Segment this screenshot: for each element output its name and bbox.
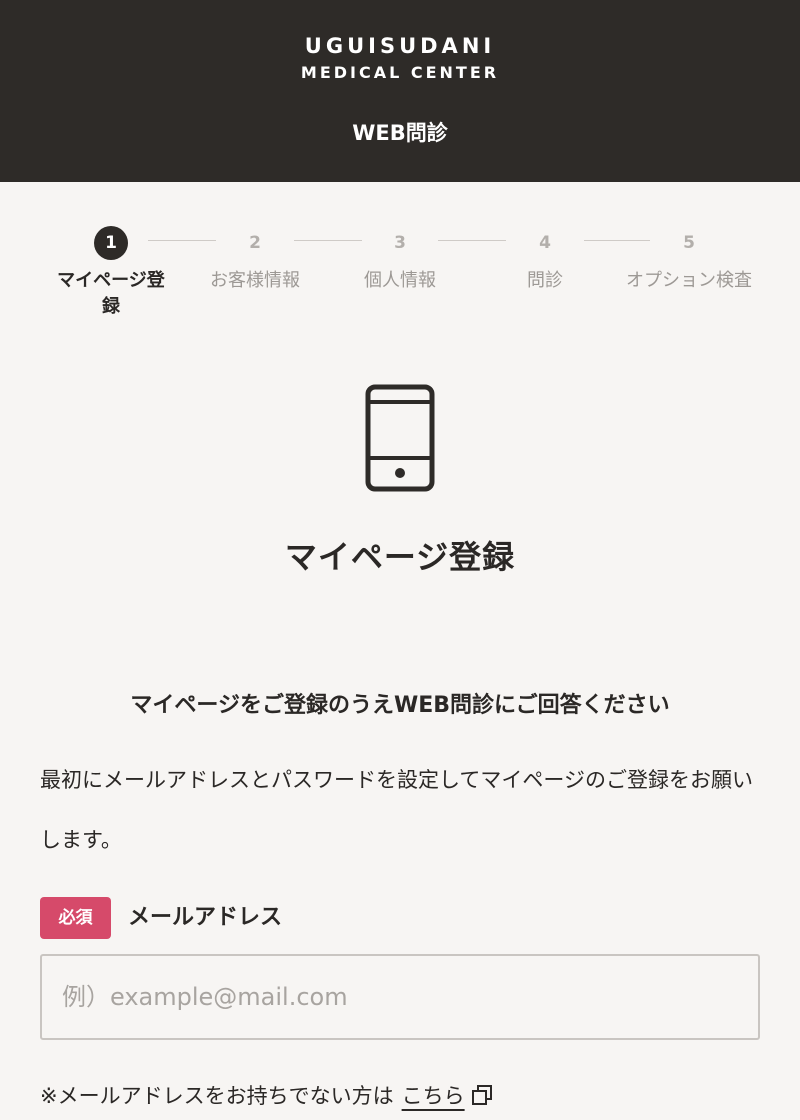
logo-subtitle[interactable]: MEDICAL CENTER (0, 63, 800, 82)
step-5-label: オプション検査 (626, 270, 752, 291)
header-title: WEB問診 (352, 121, 448, 145)
step-connector (148, 240, 216, 241)
page-title: マイページ登録 (284, 538, 516, 576)
description-text: 最初にメールアドレスとパスワードを設定してマイページのご登録をお願いします。 (40, 768, 753, 852)
step-1-number: 1 (94, 226, 128, 260)
step-4-number: 4 (539, 233, 551, 253)
external-window-icon (471, 1085, 492, 1105)
step-4-label: 問診 (527, 270, 563, 291)
step-5-number: 5 (683, 233, 695, 253)
step-2-number: 2 (249, 233, 261, 253)
step-3-number: 3 (394, 233, 406, 253)
step-1-label: マイページ登録 (57, 270, 165, 317)
no-email-note: ※メールアドレスをお持ちでない方は こちら (40, 1078, 493, 1114)
step-connector (438, 240, 506, 241)
step-connector (584, 240, 650, 241)
smartphone-icon (365, 384, 435, 492)
step-2-label: お客様情報 (210, 270, 300, 291)
step-3-label: 個人情報 (364, 270, 436, 291)
email-input[interactable] (40, 954, 760, 1040)
required-badge: 必須 (40, 897, 111, 939)
email-field-label: メールアドレス (128, 905, 283, 930)
site-header: UGUISUDANI MEDICAL CENTER WEB問診 (0, 0, 800, 182)
step-connector (294, 240, 362, 241)
logo-name[interactable]: UGUISUDANI (0, 34, 800, 58)
no-email-link[interactable]: こちら (402, 1084, 493, 1108)
no-email-note-text: ※メールアドレスをお持ちでない方は (40, 1084, 394, 1108)
lead-text: マイページをご登録のうえWEB問診にご回答ください (130, 693, 670, 718)
no-email-link-label: こちら (401, 1084, 465, 1108)
